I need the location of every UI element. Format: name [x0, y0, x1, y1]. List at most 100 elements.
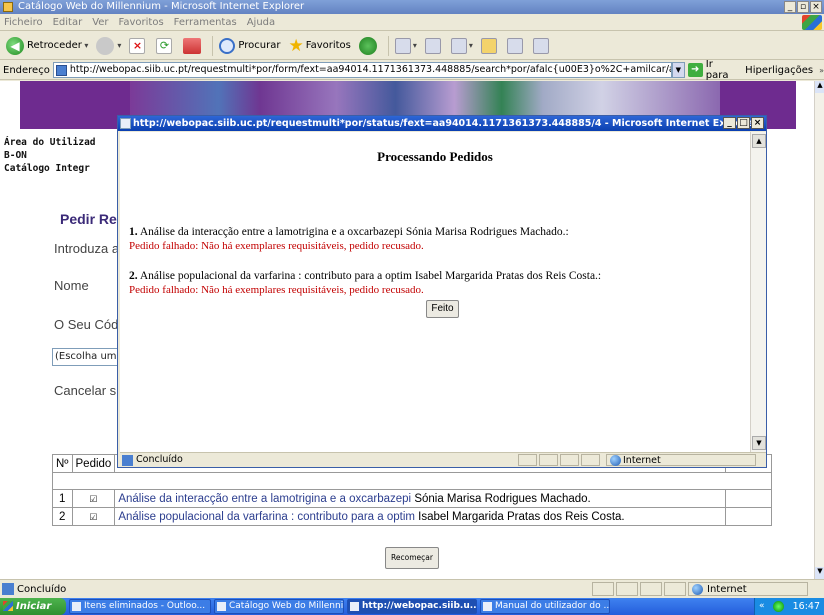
menu-file[interactable]: Ficheiro: [4, 17, 43, 28]
tray-network-icon[interactable]: [773, 601, 784, 612]
minimize-button[interactable]: _: [784, 1, 796, 13]
title-link[interactable]: Análise da interacção entre a lamotrigin…: [118, 493, 411, 505]
window-controls: _ ▫ ×: [784, 1, 822, 13]
popup-maximize-button[interactable]: □: [737, 117, 750, 129]
row-author: Isabel Margarida Pratas dos Reis Costa.: [414, 510, 625, 523]
research-button[interactable]: [530, 35, 554, 57]
scroll-up-icon[interactable]: ▲: [752, 134, 766, 148]
mail-dropdown-icon[interactable]: ▾: [413, 41, 417, 50]
title-link[interactable]: Análise populacional da varfarina : cont…: [118, 511, 415, 523]
status-popup-window: http://webopac.siib.uc.pt/requestmulti*p…: [117, 115, 767, 468]
checkbox-checked-icon[interactable]: ☑: [88, 512, 98, 523]
menu-favorites[interactable]: Favoritos: [119, 17, 164, 28]
ie-icon: [350, 602, 359, 611]
edit-button[interactable]: ▾: [448, 35, 476, 57]
toolbar-separator: [212, 35, 214, 56]
refresh-icon: ⟳: [156, 37, 173, 54]
back-label: Retroceder: [27, 40, 82, 51]
address-dropdown-icon[interactable]: ▼: [672, 62, 685, 78]
row-checkbox[interactable]: ☑: [71, 507, 116, 526]
pickup-select[interactable]: (Escolha um: [52, 348, 122, 366]
row-checkbox[interactable]: ☑: [71, 489, 116, 508]
messenger-button[interactable]: [504, 35, 528, 57]
scroll-up-icon[interactable]: ▲: [815, 81, 824, 93]
row-num: 1: [52, 489, 73, 508]
refresh-button[interactable]: ⟳: [153, 35, 178, 57]
row-title: Análise populacional da varfarina : cont…: [114, 507, 726, 526]
history-button[interactable]: [356, 35, 383, 57]
start-button[interactable]: Iniciar: [0, 598, 66, 615]
back-dropdown-icon[interactable]: ▾: [82, 41, 88, 50]
address-bar: Endereço http://webopac.siib.uc.pt/reque…: [0, 59, 824, 81]
request-status: Pedido falhado: Não há exemplares requis…: [129, 240, 424, 252]
checkbox-checked-icon[interactable]: ☑: [88, 494, 98, 505]
taskbar-item-manual[interactable]: Manual do utilizador do ...: [480, 599, 610, 614]
request-num: 2.: [129, 270, 138, 282]
search-button[interactable]: Procurar: [216, 35, 283, 57]
home-button[interactable]: [180, 35, 207, 57]
go-button[interactable]: ➜ Ir para: [687, 59, 738, 81]
address-url: http://webopac.siib.uc.pt/requestmulti*p…: [69, 64, 673, 75]
mail-icon: [394, 37, 411, 54]
standard-toolbar: ◀ Retroceder ▾ ▾ × ⟳ Procurar ★ Favorito…: [0, 32, 824, 60]
popup-security-zone: Internet: [606, 454, 756, 466]
row-num: 2: [52, 507, 73, 526]
links-chevron-icon[interactable]: »: [819, 66, 824, 75]
tray-expand-icon[interactable]: «: [759, 598, 765, 615]
address-input[interactable]: http://webopac.siib.uc.pt/requestmulti*p…: [52, 62, 673, 78]
recomecar-button[interactable]: Recomeçar: [385, 547, 439, 569]
taskbar-item-webopac[interactable]: http://webopac.siib.u...: [347, 599, 477, 614]
windows-logo-icon: [3, 601, 13, 611]
menu-help[interactable]: Ajuda: [247, 17, 275, 28]
links-button[interactable]: Hiperligações: [745, 65, 813, 76]
main-statusbar: Concluído Internet: [0, 579, 824, 598]
form-intro: Introduza a: [54, 241, 120, 256]
research-icon: [532, 37, 549, 54]
popup-scrollbar[interactable]: ▲ ▼: [750, 132, 766, 452]
forward-button[interactable]: ▾: [93, 35, 124, 57]
menu-view[interactable]: Ver: [92, 17, 108, 28]
sidebar-area-utilizador[interactable]: Área do Utilizad: [4, 137, 96, 148]
main-scrollbar[interactable]: ▲ ▼: [814, 81, 824, 579]
popup-close-button[interactable]: ×: [751, 117, 764, 129]
sidebar-catalogo[interactable]: Catálogo Integr: [4, 163, 90, 174]
taskbar-item-outlook[interactable]: Itens eliminados - Outloo...: [69, 599, 211, 614]
back-button[interactable]: ◀ Retroceder ▾: [3, 35, 91, 57]
globe-icon: [610, 455, 621, 466]
stop-button[interactable]: ×: [126, 35, 151, 57]
scroll-down-icon[interactable]: ▼: [752, 436, 766, 450]
task-label: Catálogo Web do Millenni...: [229, 601, 344, 611]
forward-dropdown-icon[interactable]: ▾: [117, 41, 121, 50]
clock: 16:47: [792, 601, 820, 612]
edit-dropdown-icon[interactable]: ▾: [469, 41, 473, 50]
popup-minimize-button[interactable]: _: [723, 117, 736, 129]
menu-edit[interactable]: Editar: [53, 17, 83, 28]
request-status: Pedido falhado: Não há exemplares requis…: [129, 284, 424, 296]
popup-status-cells: [518, 454, 600, 466]
request-item: 1. Análise da interacção entre a lamotri…: [129, 226, 569, 238]
word-icon: [483, 602, 492, 611]
menu-tools[interactable]: Ferramentas: [174, 17, 237, 28]
back-arrow-icon: ◀: [6, 36, 24, 55]
task-label: http://webopac.siib.u...: [362, 601, 477, 611]
mail-button[interactable]: ▾: [392, 35, 420, 57]
forward-arrow-icon: [96, 36, 115, 55]
window-titlebar[interactable]: Catálogo Web do Millennium - Microsoft I…: [0, 0, 824, 14]
ie-icon: [217, 602, 226, 611]
windows-logo-icon: [802, 15, 822, 30]
close-button[interactable]: ×: [810, 1, 822, 13]
feito-button[interactable]: Feito: [426, 300, 459, 318]
favorites-button[interactable]: ★ Favoritos: [285, 35, 353, 57]
ie-app-icon: [3, 2, 13, 12]
popup-titlebar[interactable]: http://webopac.siib.uc.pt/requestmulti*p…: [118, 116, 766, 131]
favorites-label: Favoritos: [305, 40, 351, 51]
popup-zone-label: Internet: [623, 455, 661, 466]
scroll-down-icon[interactable]: ▼: [815, 567, 824, 579]
table-row: 2 ☑ Análise populacional da varfarina : …: [52, 507, 772, 526]
request-title: Análise da interacção entre a lamotrigin…: [139, 226, 569, 238]
taskbar-item-catalogo[interactable]: Catálogo Web do Millenni...: [214, 599, 344, 614]
folder-button[interactable]: [478, 35, 502, 57]
sidebar-bon[interactable]: B-ON: [4, 150, 27, 161]
restore-button[interactable]: ▫: [797, 1, 809, 13]
print-button[interactable]: [422, 35, 446, 57]
